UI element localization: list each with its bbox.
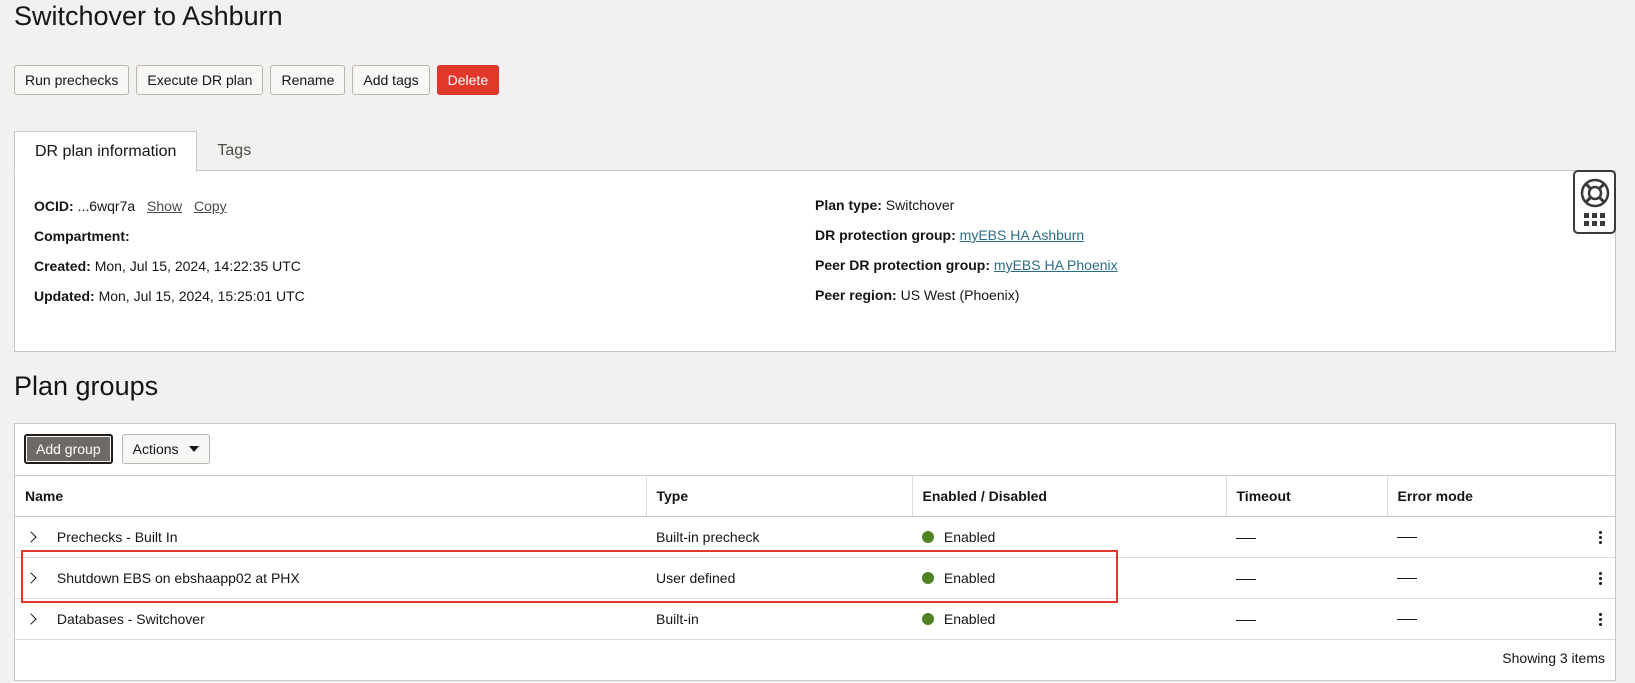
help-widget[interactable] — [1573, 170, 1616, 234]
row-type: User defined — [646, 557, 912, 599]
page-title: Switchover to Ashburn — [14, 1, 283, 31]
row-status-cell: Enabled — [912, 598, 1226, 640]
empty-dash — [1236, 537, 1256, 539]
dr-group-label: DR protection group: — [815, 227, 956, 243]
peer-region-value: US West (Phoenix) — [900, 287, 1020, 303]
table-row: Shutdown EBS on ebshaapp02 at PHX User d… — [15, 557, 1615, 599]
column-header-type[interactable]: Type — [646, 475, 913, 517]
updated-label: Updated: — [34, 288, 95, 304]
plan-toolbar: Run prechecks Execute DR plan Rename Add… — [14, 65, 500, 95]
row-timeout-cell — [1226, 516, 1387, 558]
kebab-menu-icon[interactable] — [1595, 612, 1605, 626]
chevron-right-icon[interactable] — [25, 613, 37, 625]
row-name: Databases - Switchover — [56, 611, 205, 627]
row-type: Built-in precheck — [646, 516, 912, 558]
caret-down-icon — [188, 446, 199, 452]
compartment-label: Compartment: — [34, 228, 130, 244]
status-dot-icon — [922, 572, 934, 584]
delete-button[interactable]: Delete — [436, 65, 500, 95]
tab-dr-plan-information[interactable]: DR plan information — [14, 131, 198, 172]
row-status-cell: Enabled — [912, 557, 1226, 599]
row-timeout-cell — [1226, 557, 1387, 599]
ocid-label: OCID: — [34, 198, 74, 214]
dr-group-link[interactable]: myEBS HA Ashburn — [960, 227, 1085, 243]
execute-dr-plan-button[interactable]: Execute DR plan — [136, 65, 264, 95]
row-status-cell: Enabled — [912, 516, 1226, 558]
peer-group-link[interactable]: myEBS HA Phoenix — [994, 257, 1118, 273]
info-right-column: Plan type: Switchover DR protection grou… — [815, 195, 1118, 315]
dr-plan-info-panel: OCID: ...6wqr7a Show Copy Compartment: C… — [14, 170, 1616, 352]
plan-groups-table: Name Type Enabled / Disabled Timeout Err… — [15, 475, 1615, 640]
ocid-copy-link[interactable]: Copy — [194, 198, 227, 214]
row-error-mode-cell — [1387, 598, 1615, 640]
plan-type-value: Switchover — [885, 197, 955, 213]
ocid-show-link[interactable]: Show — [147, 198, 182, 214]
peer-region-row: Peer region: US West (Phoenix) — [815, 285, 1118, 315]
actions-label: Actions — [132, 441, 179, 457]
add-group-button[interactable]: Add group — [24, 434, 113, 464]
row-name-cell: Shutdown EBS on ebshaapp02 at PHX — [15, 557, 646, 599]
row-status: Enabled — [943, 570, 996, 586]
row-name-cell: Databases - Switchover — [15, 598, 646, 640]
row-type: Built-in — [646, 598, 912, 640]
column-header-name[interactable]: Name — [15, 475, 647, 517]
column-header-enabled[interactable]: Enabled / Disabled — [912, 475, 1227, 517]
empty-dash — [1397, 536, 1417, 538]
ocid-value: ...6wqr7a — [77, 198, 136, 214]
tab-tags[interactable]: Tags — [197, 131, 271, 171]
plan-type-row: Plan type: Switchover — [815, 195, 1118, 225]
plan-groups-title: Plan groups — [14, 371, 159, 401]
empty-dash — [1397, 577, 1417, 579]
lifebuoy-icon — [1580, 178, 1609, 208]
created-value: Mon, Jul 15, 2024, 14:22:35 UTC — [94, 258, 301, 274]
row-error-mode-cell — [1387, 516, 1615, 558]
row-timeout-cell — [1226, 598, 1387, 640]
compartment-row: Compartment: — [34, 226, 305, 256]
empty-dash — [1236, 619, 1256, 621]
peer-region-label: Peer region: — [815, 287, 897, 303]
table-row: Databases - Switchover Built-in Enabled — [15, 598, 1615, 640]
updated-row: Updated: Mon, Jul 15, 2024, 15:25:01 UTC — [34, 286, 305, 316]
table-header-row: Name Type Enabled / Disabled Timeout Err… — [15, 475, 1615, 517]
row-name: Prechecks - Built In — [56, 529, 178, 545]
peer-group-label: Peer DR protection group: — [815, 257, 991, 273]
row-name: Shutdown EBS on ebshaapp02 at PHX — [56, 570, 300, 586]
chevron-right-icon[interactable] — [25, 531, 37, 543]
plan-type-label: Plan type: — [815, 197, 882, 213]
row-status: Enabled — [943, 611, 996, 627]
kebab-menu-icon[interactable] — [1595, 530, 1605, 544]
ocid-row: OCID: ...6wqr7a Show Copy — [34, 196, 305, 226]
updated-value: Mon, Jul 15, 2024, 15:25:01 UTC — [98, 288, 305, 304]
actions-dropdown[interactable]: Actions — [121, 434, 210, 464]
dr-group-row: DR protection group: myEBS HA Ashburn — [815, 225, 1118, 255]
status-dot-icon — [922, 613, 934, 625]
items-count: Showing 3 items — [1502, 650, 1605, 666]
column-header-error-mode[interactable]: Error mode — [1387, 475, 1615, 517]
column-header-timeout[interactable]: Timeout — [1226, 475, 1388, 517]
status-dot-icon — [922, 531, 934, 543]
plan-groups-toolbar: Add group Actions — [24, 434, 210, 464]
kebab-menu-icon[interactable] — [1595, 571, 1605, 585]
created-label: Created: — [34, 258, 91, 274]
info-left-column: OCID: ...6wqr7a Show Copy Compartment: C… — [34, 196, 305, 316]
peer-group-row: Peer DR protection group: myEBS HA Phoen… — [815, 255, 1118, 285]
run-prechecks-button[interactable]: Run prechecks — [14, 65, 130, 95]
chevron-right-icon[interactable] — [25, 572, 37, 584]
apps-grid-icon — [1584, 213, 1605, 226]
row-error-mode-cell — [1387, 557, 1615, 599]
created-row: Created: Mon, Jul 15, 2024, 14:22:35 UTC — [34, 256, 305, 286]
detail-tabs: DR plan information Tags — [14, 131, 271, 172]
empty-dash — [1236, 578, 1256, 580]
plan-groups-panel: Add group Actions Name Type Enabled / Di… — [14, 423, 1616, 681]
row-name-cell: Prechecks - Built In — [15, 516, 646, 558]
row-status: Enabled — [943, 529, 996, 545]
rename-button[interactable]: Rename — [270, 65, 346, 95]
add-tags-button[interactable]: Add tags — [352, 65, 430, 95]
empty-dash — [1397, 618, 1417, 620]
table-row: Prechecks - Built In Built-in precheck E… — [15, 516, 1615, 558]
